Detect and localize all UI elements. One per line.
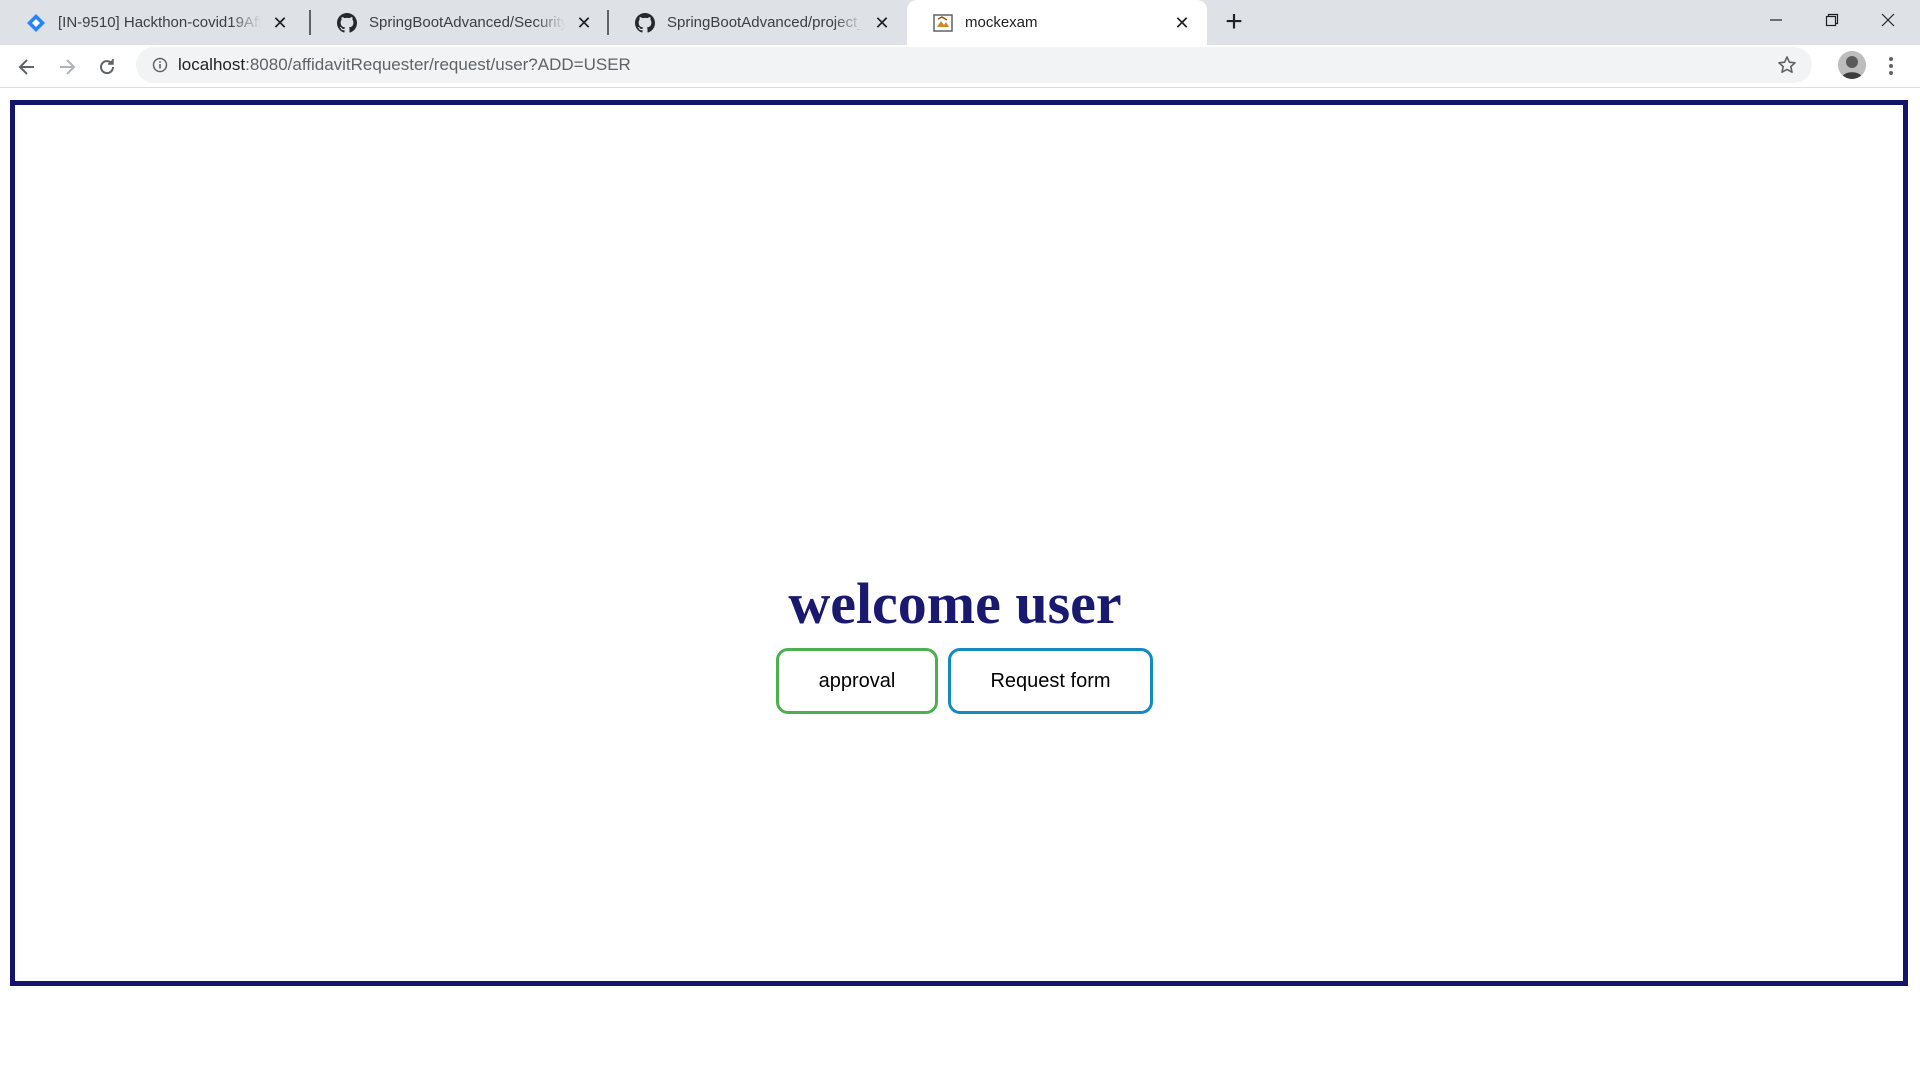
close-tab-icon[interactable]: ✕: [1171, 12, 1193, 34]
tab-jira-issue[interactable]: [IN-9510] Hackthon-covid19Affidavit ✕: [0, 0, 305, 45]
reload-button[interactable]: [90, 50, 124, 84]
minimize-icon: [1770, 19, 1782, 21]
arrow-left-icon: [18, 59, 34, 75]
browser-menu-button[interactable]: [1876, 51, 1906, 81]
close-window-button[interactable]: [1860, 0, 1916, 40]
tab-github-securityconfig[interactable]: SpringBootAdvanced/SecurityConfig ✕: [311, 0, 609, 45]
approval-button[interactable]: approval: [776, 648, 938, 714]
tab-title: SpringBootAdvanced/SecurityConfig: [369, 14, 565, 31]
tab-mockexam[interactable]: mockexam ✕: [907, 0, 1207, 45]
close-tab-icon[interactable]: ✕: [573, 12, 595, 34]
page-title: welcome user: [788, 571, 1122, 636]
tab-strip: [IN-9510] Hackthon-covid19Affidavit ✕ Sp…: [0, 0, 1920, 45]
new-tab-button[interactable]: +: [1219, 7, 1249, 37]
content-frame: welcome user approval Request form: [10, 100, 1908, 986]
reload-icon: [100, 59, 115, 75]
address-bar[interactable]: localhost:8080/affidavitRequester/reques…: [136, 47, 1812, 83]
restore-icon: [1825, 13, 1839, 27]
info-icon[interactable]: [150, 55, 170, 75]
request-form-button[interactable]: Request form: [948, 648, 1153, 714]
jira-icon: [26, 13, 46, 33]
avatar-icon: [1838, 51, 1866, 79]
tab-github-project-details[interactable]: SpringBootAdvanced/project_details ✕: [609, 0, 907, 45]
close-tab-icon[interactable]: ✕: [871, 12, 893, 34]
url-path: :8080/affidavitRequester/request/user?AD…: [245, 55, 631, 74]
tab-title: mockexam: [965, 14, 1038, 31]
close-tab-icon[interactable]: ✕: [269, 12, 291, 34]
restore-button[interactable]: [1804, 0, 1860, 40]
tab-title: SpringBootAdvanced/project_details: [667, 14, 863, 31]
page-icon: [933, 13, 953, 33]
url-text[interactable]: localhost:8080/affidavitRequester/reques…: [178, 55, 631, 75]
plus-icon: +: [1225, 5, 1243, 38]
forward-button[interactable]: [50, 50, 84, 84]
url-host: localhost: [178, 55, 246, 74]
browser-toolbar: localhost:8080/affidavitRequester/reques…: [0, 45, 1920, 88]
tab-title: [IN-9510] Hackthon-covid19Affidavit: [58, 14, 261, 31]
github-icon: [635, 12, 655, 33]
minimize-button[interactable]: [1748, 0, 1804, 40]
bookmark-star-icon[interactable]: [1776, 54, 1798, 76]
close-icon: [1881, 13, 1895, 27]
back-button[interactable]: [10, 50, 44, 84]
profile-avatar[interactable]: [1838, 51, 1866, 79]
kebab-menu-icon: [1889, 57, 1893, 75]
arrow-right-icon: [60, 59, 76, 75]
github-icon: [337, 12, 357, 33]
